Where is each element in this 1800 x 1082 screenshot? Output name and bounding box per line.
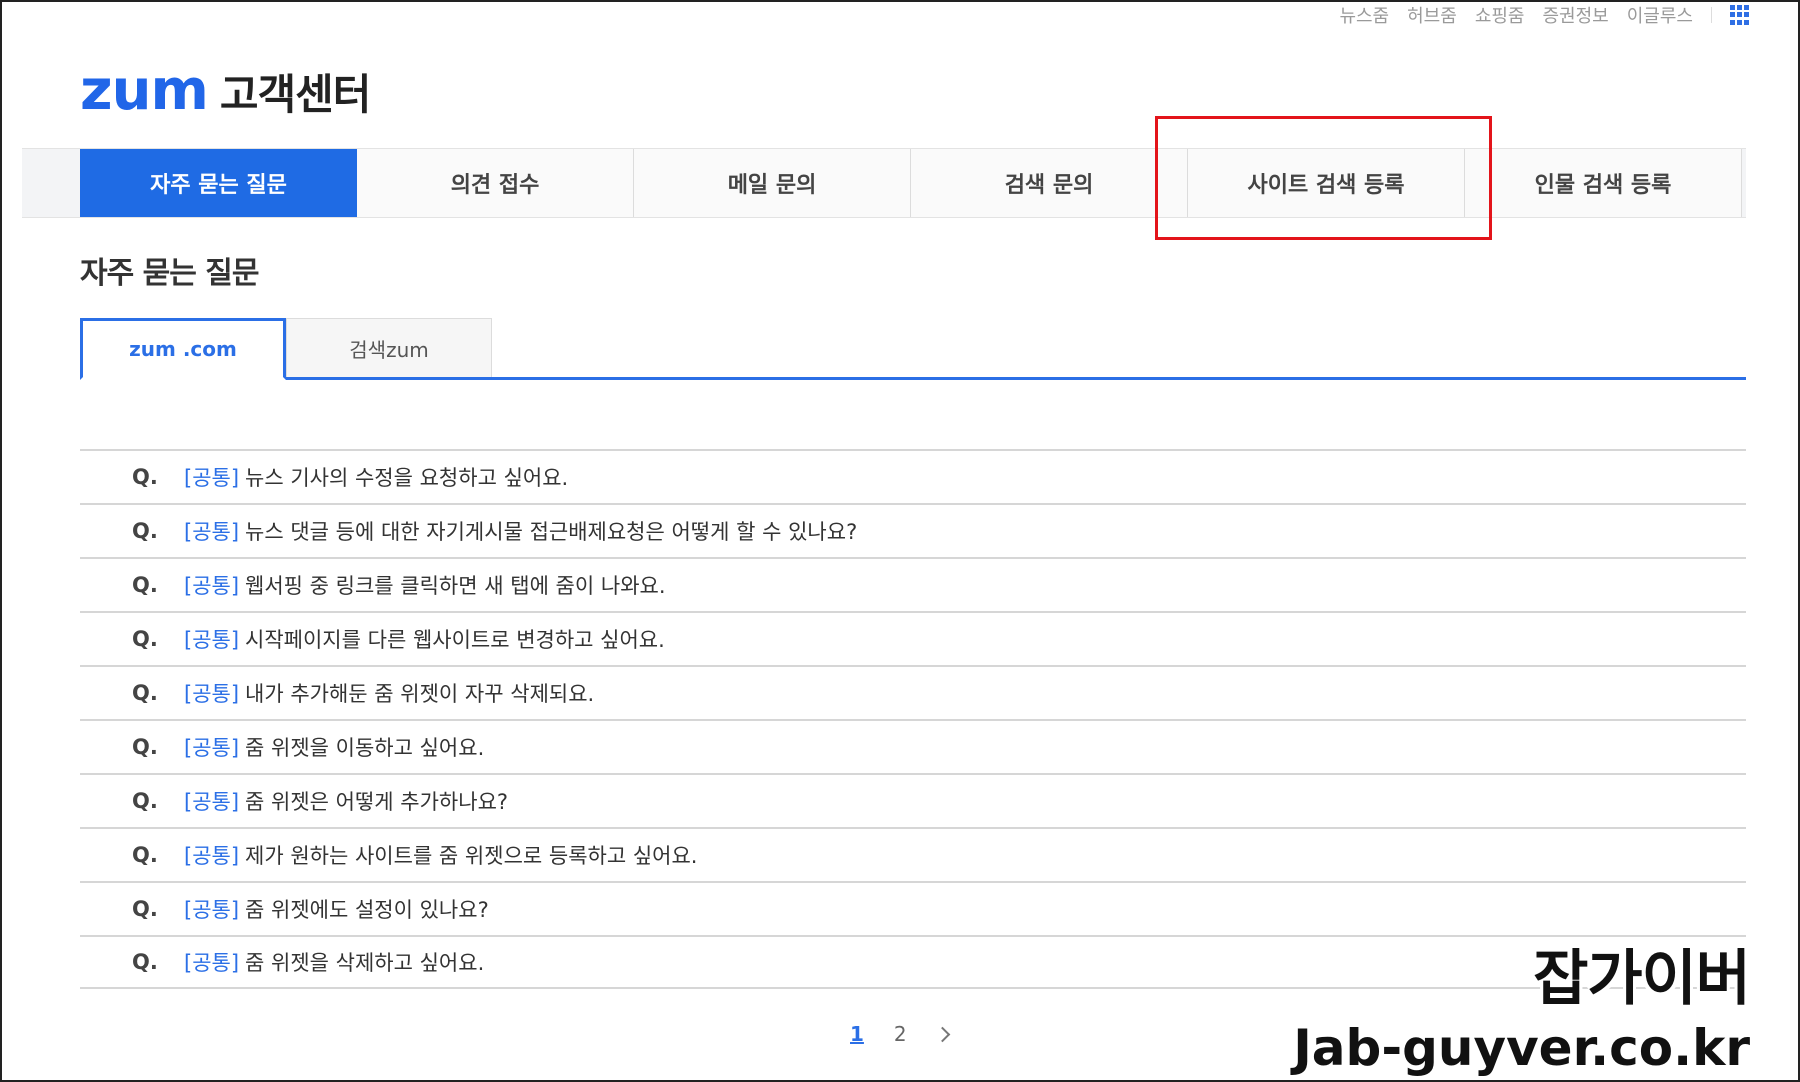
faq-question[interactable]: 제가 원하는 사이트를 줌 위젯으로 등록하고 싶어요. (245, 840, 697, 870)
nav-tab-feedback[interactable]: 의견 접수 (357, 149, 634, 217)
faq-question[interactable]: 뉴스 댓글 등에 대한 자기게시물 접근배제요청은 어떻게 할 수 있나요? (245, 516, 857, 546)
top-link-egloos[interactable]: 이글루스 (1627, 2, 1693, 28)
logo-title: 고객센터 (219, 70, 372, 119)
faq-category: [공통] (184, 898, 240, 922)
top-utility-links: 뉴스줌 허브줌 쇼핑줌 증권정보 이글루스 (1339, 2, 1750, 28)
faq-question[interactable]: 줌 위젯을 이동하고 싶어요. (245, 732, 484, 762)
faq-item[interactable]: Q. [공통] 시작페이지를 다른 웹사이트로 변경하고 싶어요. (80, 611, 1746, 665)
faq-category: [공통] (184, 790, 240, 814)
logo-brand: zum (80, 58, 209, 123)
faq-item[interactable]: Q. [공통] 내가 추가해둔 줌 위젯이 자꾸 삭제되요. (80, 665, 1746, 719)
faq-category: [공통] (184, 574, 240, 598)
nav-tab-search-inquiry[interactable]: 검색 문의 (911, 149, 1188, 217)
faq-question[interactable]: 시작페이지를 다른 웹사이트로 변경하고 싶어요. (245, 624, 665, 654)
faq-category: [공통] (184, 466, 240, 490)
faq-question[interactable]: 줌 위젯을 삭제하고 싶어요. (245, 947, 484, 977)
divider (1711, 7, 1712, 23)
faq-item[interactable]: Q. [공통] 줌 위젯을 이동하고 싶어요. (80, 719, 1746, 773)
faq-list: Q. [공통] 뉴스 기사의 수정을 요청하고 싶어요. Q. [공통] 뉴스 댓글 등… (80, 449, 1746, 989)
q-marker: Q. (132, 897, 158, 921)
faq-category: [공통] (184, 520, 240, 544)
top-link-shoppingzum[interactable]: 쇼핑줌 (1475, 2, 1525, 28)
nav-tab-mail-inquiry[interactable]: 메일 문의 (634, 149, 911, 217)
faq-question[interactable]: 줌 위젯은 어떻게 추가하나요? (245, 786, 508, 816)
pagination: 1 2 (850, 1022, 950, 1046)
q-marker: Q. (132, 735, 158, 759)
page-2-link[interactable]: 2 (894, 1022, 907, 1046)
nav-tab-faq[interactable]: 자주 묻는 질문 (80, 149, 357, 217)
faq-item[interactable]: Q. [공통] 줌 위젯은 어떻게 추가하나요? (80, 773, 1746, 827)
faq-category: [공통] (184, 682, 240, 706)
faq-item[interactable]: Q. [공통] 뉴스 댓글 등에 대한 자기게시물 접근배제요청은 어떻게 할 수 … (80, 503, 1746, 557)
faq-item[interactable]: Q. [공통] 웹서핑 중 링크를 클릭하면 새 탭에 줌이 나와요. (80, 557, 1746, 611)
page-title: 자주 묻는 질문 (80, 256, 259, 291)
red-highlight-box (1155, 116, 1492, 240)
q-marker: Q. (132, 950, 158, 974)
faq-question[interactable]: 웹서핑 중 링크를 클릭하면 새 탭에 줌이 나와요. (245, 570, 665, 600)
q-marker: Q. (132, 789, 158, 813)
faq-question[interactable]: 내가 추가해둔 줌 위젯이 자꾸 삭제되요. (245, 678, 594, 708)
q-marker: Q. (132, 627, 158, 651)
sub-tab-search-zum[interactable]: 검색zum (286, 318, 492, 377)
top-link-hubzum[interactable]: 허브줌 (1407, 2, 1457, 28)
top-link-newszum[interactable]: 뉴스줌 (1339, 2, 1389, 28)
apps-grid-icon[interactable] (1730, 5, 1750, 25)
q-marker: Q. (132, 681, 158, 705)
site-logo[interactable]: zum 고객센터 (80, 58, 372, 123)
watermark-url: Jab-guyver.co.kr (1293, 1019, 1750, 1077)
faq-category: [공통] (184, 628, 240, 652)
q-marker: Q. (132, 519, 158, 543)
sub-tab-bar: zum .com 검색zum (80, 318, 1746, 380)
sub-tab-zum-com[interactable]: zum .com (80, 318, 286, 380)
q-marker: Q. (132, 573, 158, 597)
faq-category: [공통] (184, 844, 240, 868)
faq-item[interactable]: Q. [공통] 제가 원하는 사이트를 줌 위젯으로 등록하고 싶어요. (80, 827, 1746, 881)
next-page-icon[interactable] (934, 1026, 950, 1042)
faq-item[interactable]: Q. [공통] 뉴스 기사의 수정을 요청하고 싶어요. (80, 449, 1746, 503)
faq-item[interactable]: Q. [공통] 줌 위젯에도 설정이 있나요? (80, 881, 1746, 935)
q-marker: Q. (132, 843, 158, 867)
q-marker: Q. (132, 465, 158, 489)
sub-tab-underline (80, 377, 1746, 380)
top-link-stock[interactable]: 증권정보 (1543, 2, 1609, 28)
watermark-title: 잡가이버 (1533, 944, 1751, 1014)
watermark: 잡가이버 Jab-guyver.co.kr (1293, 930, 1751, 1077)
faq-question[interactable]: 줌 위젯에도 설정이 있나요? (245, 894, 489, 924)
nav-tab-person-search-register[interactable]: 인물 검색 등록 (1465, 149, 1742, 217)
faq-category: [공통] (184, 736, 240, 760)
page-1-link[interactable]: 1 (850, 1022, 864, 1046)
faq-question[interactable]: 뉴스 기사의 수정을 요청하고 싶어요. (245, 462, 568, 492)
faq-category: [공통] (184, 951, 240, 975)
